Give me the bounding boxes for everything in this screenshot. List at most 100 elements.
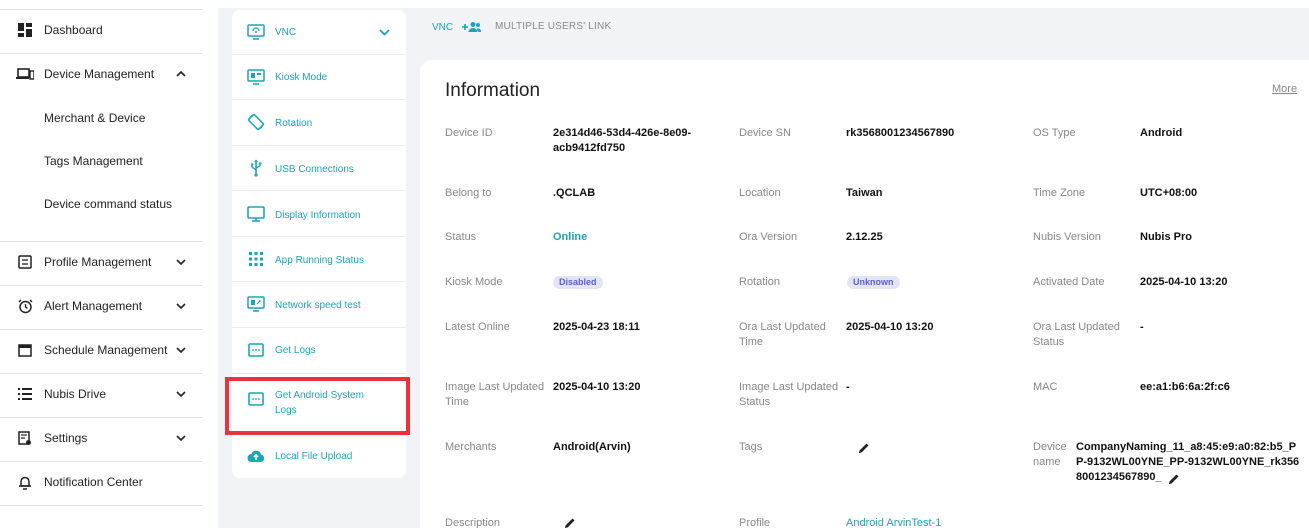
- sidebar-item-label: Profile Management: [44, 255, 152, 269]
- device-name-label: Device name: [1033, 441, 1067, 468]
- feature-item-kiosk-mode[interactable]: Kiosk Mode: [232, 55, 406, 101]
- alarm-clock-icon: [16, 297, 34, 315]
- mac-value: ee:a1:b6:6a:2f:c6: [1140, 381, 1230, 393]
- sidebar-subitem-device-command-status[interactable]: Device command status: [44, 197, 172, 211]
- feature-item-local-file-upload[interactable]: Local File Upload: [232, 435, 406, 481]
- location-label: Location: [739, 187, 781, 199]
- ora-last-updated-status-label: Ora Last Updated Status: [1033, 321, 1120, 348]
- device-id-label: Device ID: [445, 127, 493, 139]
- feature-item-label: Get Android System Logs: [275, 390, 364, 416]
- dashboard-icon: [16, 21, 34, 39]
- tab-label: VNC: [432, 21, 454, 33]
- nubis-version-label: Nubis Version: [1033, 231, 1101, 243]
- belong-to-value: .QCLAB: [553, 187, 596, 199]
- device-name-value: CompanyNaming_11_a8:45:e9:a0:82:b5_PP-91…: [1076, 441, 1300, 483]
- edit-device-name-icon[interactable]: [1167, 472, 1181, 486]
- profile-link[interactable]: Android ArvinTest-1: [846, 516, 941, 528]
- bell-icon: [16, 473, 34, 491]
- sidebar-divider: [0, 241, 202, 242]
- kiosk-icon: [246, 67, 266, 87]
- feature-item-label: Local File Upload: [275, 451, 353, 462]
- sidebar-item-settings[interactable]: Settings: [0, 427, 202, 449]
- ora-version-value: 2.12.25: [846, 231, 883, 243]
- top-strip: [218, 0, 1309, 8]
- sidebar-item-profile-management[interactable]: Profile Management: [0, 251, 202, 273]
- rotate-screen-icon: [246, 112, 266, 132]
- latest-online-label: Latest Online: [445, 321, 510, 333]
- profile-label: Profile: [739, 517, 771, 528]
- belong-to-label: Belong to: [445, 187, 492, 199]
- feature-item-vnc[interactable]: VNC: [232, 10, 406, 56]
- sidebar-item-label: Settings: [44, 431, 88, 445]
- rotation-label: Rotation: [739, 276, 780, 288]
- more-link[interactable]: More: [1272, 83, 1297, 95]
- sidebar-item-label: Nubis Drive: [44, 387, 107, 401]
- cloud-upload-icon: [246, 446, 266, 466]
- feature-item-get-logs[interactable]: Get Logs: [232, 328, 406, 374]
- sidebar-item-nubis-drive[interactable]: Nubis Drive: [0, 383, 202, 405]
- os-type-value: Android: [1140, 127, 1183, 139]
- remote-screen-icon: [246, 22, 266, 42]
- chevron-down-icon: [172, 253, 190, 271]
- feature-item-label: App Running Status: [275, 255, 364, 266]
- feature-item-network-speed-test[interactable]: Network speed test: [232, 282, 406, 328]
- sidebar-subitem-merchant-device[interactable]: Merchant & Device: [44, 111, 145, 125]
- sidebar-item-label: Dashboard: [44, 23, 103, 37]
- mac-label: MAC: [1033, 381, 1058, 393]
- time-zone-label: Time Zone: [1033, 187, 1086, 199]
- ora-last-updated-time-label: Ora Last Updated Time: [739, 321, 826, 348]
- feature-item-app-running-status[interactable]: App Running Status: [232, 237, 406, 283]
- location-value: Taiwan: [846, 187, 883, 199]
- tags-label: Tags: [739, 441, 763, 453]
- sidebar: Dashboard Device Management Merchant & D…: [0, 0, 218, 528]
- tab-multiple-users-link[interactable]: MULTIPLE USERS' LINK: [495, 21, 611, 32]
- sidebar-item-notification-center[interactable]: Notification Center: [0, 471, 202, 493]
- feature-item-label: VNC: [275, 27, 297, 38]
- device-sn-value: rk3568001234567890: [846, 127, 955, 139]
- image-last-updated-status-label: Image Last Updated Status: [739, 381, 839, 408]
- chevron-down-icon: [172, 297, 190, 315]
- sidebar-divider: [0, 461, 202, 462]
- feature-item-get-android-system-logs[interactable]: Get Android System Logs: [232, 374, 406, 432]
- feature-item-usb-connections[interactable]: USB Connections: [232, 146, 406, 192]
- chevron-down-icon[interactable]: [374, 22, 394, 42]
- feature-item-label: Rotation: [275, 118, 313, 129]
- edit-description-icon[interactable]: [563, 516, 577, 528]
- network-monitor-icon: [246, 294, 266, 314]
- feature-panel: VNC Kiosk Mode Rotation USB Connections …: [232, 10, 406, 478]
- feature-item-rotation[interactable]: Rotation: [232, 100, 406, 146]
- information-card: Information More Device ID 2e314d46-53d4…: [420, 60, 1309, 528]
- sidebar-divider: [0, 505, 202, 506]
- chevron-down-icon: [172, 429, 190, 447]
- status-value: Online: [553, 231, 588, 243]
- sidebar-item-schedule-management[interactable]: Schedule Management: [0, 339, 202, 361]
- activated-date-value: 2025-04-10 13:20: [1140, 276, 1228, 288]
- feature-item-display-information[interactable]: Display Information: [232, 191, 406, 237]
- chevron-up-icon: [172, 65, 190, 83]
- tab-vnc[interactable]: VNC: [432, 21, 482, 33]
- description-label: Description: [445, 517, 501, 528]
- device-id-value: 2e314d46-53d4-426e-8e09-acb9412fd750: [553, 127, 692, 154]
- tab-bar: VNC MULTIPLE USERS' LINK: [418, 10, 1309, 46]
- profile-icon: [16, 253, 34, 271]
- sidebar-item-label: Device Management: [44, 67, 155, 81]
- log-terminal-icon: [246, 389, 266, 409]
- sidebar-divider: [0, 373, 202, 374]
- time-zone-value: UTC+08:00: [1140, 187, 1198, 199]
- image-last-updated-status-value: -: [846, 381, 850, 393]
- merchants-label: Merchants: [445, 441, 497, 453]
- sidebar-item-alert-management[interactable]: Alert Management: [0, 295, 202, 317]
- merchants-value: Android(Arvin): [553, 441, 631, 453]
- sidebar-subitem-tags-management[interactable]: Tags Management: [44, 154, 143, 168]
- ora-last-updated-time-value: 2025-04-10 13:20: [846, 321, 934, 333]
- sidebar-divider: [0, 417, 202, 418]
- edit-tags-icon[interactable]: [857, 441, 871, 455]
- sidebar-item-device-management[interactable]: Device Management: [0, 63, 202, 85]
- sidebar-item-dashboard[interactable]: Dashboard: [0, 19, 202, 41]
- sidebar-item-label: Notification Center: [44, 475, 143, 489]
- feature-item-label: Network speed test: [275, 300, 361, 311]
- feature-item-label: Get Logs: [275, 345, 316, 356]
- os-type-label: OS Type: [1033, 127, 1076, 139]
- kiosk-mode-label: Kiosk Mode: [445, 276, 503, 288]
- nubis-version-value: Nubis Pro: [1140, 231, 1192, 243]
